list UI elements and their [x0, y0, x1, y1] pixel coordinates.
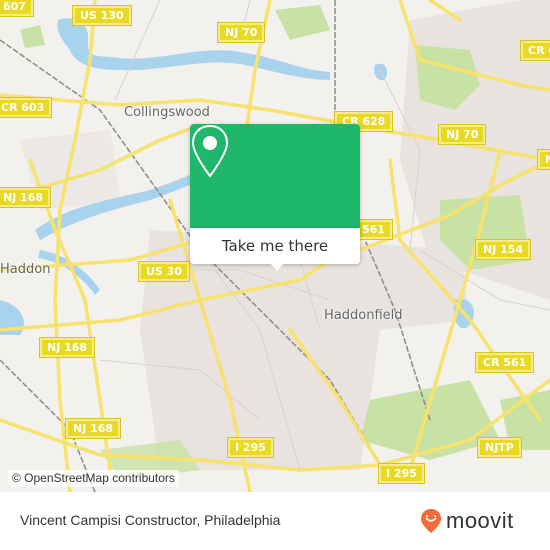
road-shield-nj70: NJ 70: [216, 22, 266, 43]
location-title: Vincent Campisi Constructor, Philadelphi…: [20, 512, 281, 528]
map-pin-icon: [191, 124, 229, 178]
road-shield-cr6: CR 6: [519, 40, 550, 61]
take-me-there-button[interactable]: Take me there: [190, 228, 360, 264]
brand-name: moovit: [446, 508, 514, 533]
popup-pointer: [269, 262, 285, 271]
road-shield-us130: US 130: [72, 5, 132, 26]
moovit-logo[interactable]: moovit: [420, 507, 514, 535]
road-shield-cr607: 607: [0, 0, 34, 17]
road-shield-us30: US 30: [138, 261, 190, 282]
popup-header: [190, 124, 360, 228]
place-label-haddonfield: Haddonfield: [324, 308, 403, 323]
map-attribution[interactable]: © OpenStreetMap contributors: [8, 470, 179, 487]
road-shield-nj70: NJ 70: [437, 124, 487, 145]
road-shield-nj168: NJ 168: [64, 418, 122, 439]
map[interactable]: US 130 NJ 70 607 CR 603 CR 628 NJ 70 CR …: [0, 0, 550, 492]
road-shield-nj70: N: [536, 149, 550, 170]
place-label-collingswood: Collingswood: [124, 105, 210, 120]
road-shield-i295: I 295: [227, 437, 274, 458]
footer: Vincent Campisi Constructor, Philadelphi…: [0, 492, 550, 550]
road-shield-nj168: NJ 168: [38, 337, 96, 358]
road-shield-nj168: NJ 168: [0, 187, 52, 208]
road-shield-njtp: NJTP: [477, 437, 522, 458]
road-shield-cr603: CR 603: [0, 97, 53, 118]
road-shield-cr561: CR 561: [474, 352, 535, 373]
road-shield-i295: I 295: [378, 463, 425, 484]
road-shield-nj154: NJ 154: [474, 239, 532, 260]
moovit-pin-icon: [421, 509, 441, 533]
location-popup: Take me there: [190, 124, 360, 271]
place-label-haddon: Haddon: [0, 262, 51, 277]
road-shield-cr561: 561: [354, 219, 393, 240]
